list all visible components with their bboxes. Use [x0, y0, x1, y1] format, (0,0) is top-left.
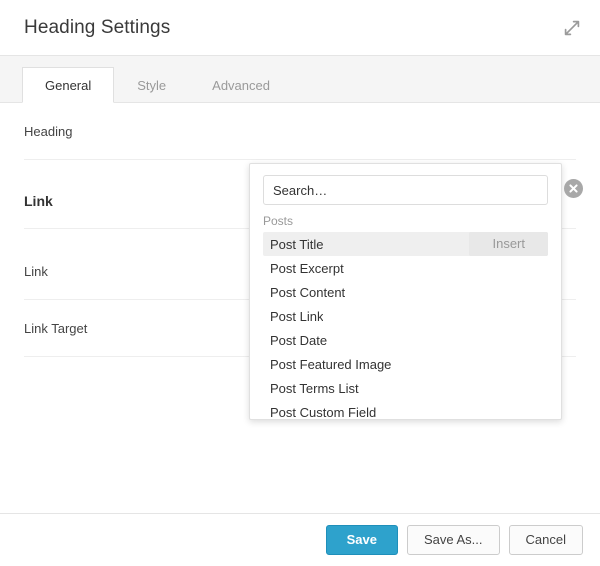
form-label-link: Link — [24, 263, 48, 279]
search-input[interactable] — [263, 175, 548, 205]
picker-list: Post Title Insert Post Excerpt Insert Po… — [250, 232, 561, 419]
list-item-label: Post Excerpt — [270, 260, 344, 276]
heading-settings-window: Heading Settings General Style Advanced — [0, 0, 600, 566]
tab-advanced-label: Advanced — [212, 78, 270, 93]
tab-style-label: Style — [137, 78, 167, 93]
list-item-label: Post Content — [270, 284, 346, 300]
tab-general-label: General — [45, 77, 92, 93]
list-item[interactable]: Post Content Insert — [263, 280, 548, 304]
field-picker-panel: Posts Post Title Insert Post Excerpt Ins… — [249, 163, 562, 420]
form-row-heading[interactable]: Heading — [24, 103, 576, 160]
form-label-heading: Heading — [24, 123, 73, 139]
tab-general[interactable]: General — [22, 67, 115, 103]
list-item[interactable]: Post Terms List Insert — [263, 376, 548, 400]
list-item[interactable]: Post Title Insert — [263, 232, 548, 256]
remove-circle-x-icon[interactable] — [564, 179, 583, 198]
list-item[interactable]: Post Date Insert — [263, 328, 548, 352]
picker-group-label: Posts — [263, 214, 294, 228]
list-item[interactable]: Post Custom Field Insert — [263, 400, 548, 420]
tab-style[interactable]: Style — [114, 67, 189, 103]
tab-advanced[interactable]: Advanced — [189, 67, 293, 103]
list-item-label: Post Date — [270, 332, 328, 348]
insert-button[interactable]: Insert — [469, 232, 548, 256]
list-item-label: Post Terms List — [270, 380, 359, 396]
section-title-link: Link — [24, 193, 53, 209]
list-item-label: Post Custom Field — [270, 404, 377, 420]
window-footer: Save Save As... Cancel — [0, 513, 600, 566]
form-label-link-target: Link Target — [24, 320, 88, 336]
list-item[interactable]: Post Link Insert — [263, 304, 548, 328]
tab-bar: General Style Advanced — [0, 56, 600, 103]
list-item[interactable]: Post Excerpt Insert — [263, 256, 548, 280]
settings-body: Heading Link Link Link Target Search… Po… — [0, 103, 600, 513]
cancel-button[interactable]: Cancel — [508, 525, 583, 555]
window-header: Heading Settings — [0, 0, 600, 56]
list-item[interactable]: Post Featured Image Insert — [263, 352, 548, 376]
list-item-label: Post Featured Image — [270, 356, 392, 372]
list-item-label: Post Title — [270, 236, 324, 252]
save-as-button[interactable]: Save As... — [406, 525, 500, 555]
list-item-label: Post Link — [270, 308, 324, 324]
expand-diagonal-icon[interactable] — [560, 16, 584, 40]
save-button[interactable]: Save — [325, 525, 398, 555]
picker-search-wrap — [250, 164, 561, 205]
page-title: Heading Settings — [24, 17, 171, 38]
